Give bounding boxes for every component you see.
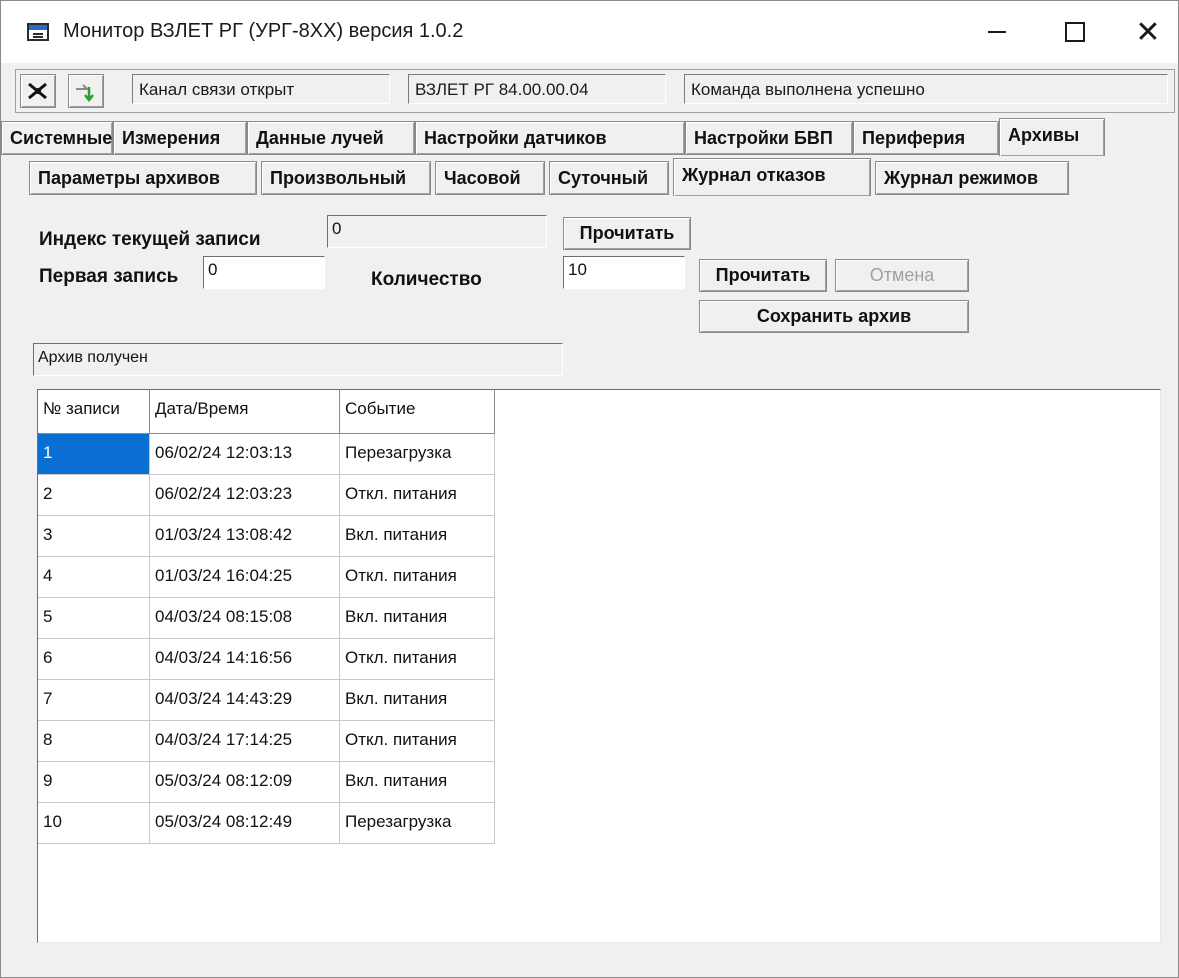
application-window: Монитор ВЗЛЕТ РГ (УРГ-8XX) версия 1.0.2 …	[0, 0, 1179, 978]
table-cell[interactable]: 5	[38, 598, 150, 639]
disconnect-button[interactable]	[20, 74, 56, 108]
table-cell[interactable]: 10	[38, 803, 150, 844]
subtab-fault-log[interactable]: Журнал отказов	[673, 158, 871, 196]
tab-system[interactable]: Системные	[1, 121, 113, 155]
table-cell[interactable]: 4	[38, 557, 150, 598]
subtab-archive-params[interactable]: Параметры архивов	[29, 161, 257, 195]
current-index-label: Индекс текущей записи	[39, 229, 261, 250]
table-cell[interactable]: Вкл. питания	[340, 680, 495, 721]
maximize-icon[interactable]	[1045, 1, 1105, 63]
table-cell[interactable]: Откл. питания	[340, 475, 495, 516]
table-cell[interactable]: Откл. питания	[340, 557, 495, 598]
column-header[interactable]: Событие	[340, 390, 495, 434]
main-tabs: Системные Измерения Данные лучей Настрой…	[1, 118, 1179, 159]
table-cell[interactable]: Перезагрузка	[340, 434, 495, 475]
channel-status-field: Канал связи открыт	[132, 74, 390, 104]
first-record-label: Первая запись	[39, 266, 179, 287]
table-cell[interactable]: 04/03/24 17:14:25	[150, 721, 340, 762]
archive-subtabs: Параметры архивов Произвольный Часовой С…	[29, 158, 1169, 199]
toolbar: Канал связи открыт ВЗЛЕТ РГ 84.00.00.04 …	[15, 69, 1175, 113]
tab-archives[interactable]: Архивы	[999, 118, 1105, 156]
table-cell[interactable]: Откл. питания	[340, 721, 495, 762]
read-archive-button[interactable]: Прочитать	[699, 259, 827, 292]
table-cell[interactable]: 05/03/24 08:12:09	[150, 762, 340, 803]
table-cell[interactable]: 01/03/24 16:04:25	[150, 557, 340, 598]
column-header[interactable]: Дата/Время	[150, 390, 340, 434]
count-label: Количество	[371, 269, 482, 290]
table-cell[interactable]: 01/03/24 13:08:42	[150, 516, 340, 557]
subtab-hourly[interactable]: Часовой	[435, 161, 545, 195]
table-cell[interactable]: 9	[38, 762, 150, 803]
connect-button[interactable]	[68, 74, 104, 108]
device-version-field: ВЗЛЕТ РГ 84.00.00.04	[408, 74, 666, 104]
cancel-button[interactable]: Отмена	[835, 259, 969, 292]
count-input[interactable]: 10	[563, 256, 685, 289]
subtab-daily[interactable]: Суточный	[549, 161, 669, 195]
table-cell[interactable]: 7	[38, 680, 150, 721]
table-cell[interactable]: 2	[38, 475, 150, 516]
current-index-field: 0	[327, 215, 547, 248]
window-title: Монитор ВЗЛЕТ РГ (УРГ-8XX) версия 1.0.2	[63, 20, 464, 42]
tab-bvp-settings[interactable]: Настройки БВП	[685, 121, 853, 155]
table-cell[interactable]: 6	[38, 639, 150, 680]
table-cell[interactable]: 05/03/24 08:12:49	[150, 803, 340, 844]
save-archive-button[interactable]: Сохранить архив	[699, 300, 969, 333]
close-icon[interactable]: ✕	[1118, 1, 1178, 63]
table-cell[interactable]: Вкл. питания	[340, 598, 495, 639]
tab-beam-data[interactable]: Данные лучей	[247, 121, 415, 155]
tab-sensor-settings[interactable]: Настройки датчиков	[415, 121, 685, 155]
subtab-mode-log[interactable]: Журнал режимов	[875, 161, 1069, 195]
table-cell[interactable]: 1	[38, 434, 150, 475]
status-message-field: Архив получен	[33, 343, 563, 376]
read-index-button[interactable]: Прочитать	[563, 217, 691, 250]
command-status-field: Команда выполнена успешно	[684, 74, 1168, 104]
subtab-arbitrary[interactable]: Произвольный	[261, 161, 431, 195]
archive-table[interactable]: № записи Дата/Время Событие 1 06/02/24 1…	[37, 389, 1161, 943]
table-cell[interactable]: 3	[38, 516, 150, 557]
table-cell[interactable]: 06/02/24 12:03:23	[150, 475, 340, 516]
table-cell[interactable]: Перезагрузка	[340, 803, 495, 844]
table-cell[interactable]: 04/03/24 14:16:56	[150, 639, 340, 680]
table-cell[interactable]: 04/03/24 08:15:08	[150, 598, 340, 639]
tab-measurements[interactable]: Измерения	[113, 121, 247, 155]
plug-icon	[28, 82, 47, 100]
table-cell[interactable]: Откл. питания	[340, 639, 495, 680]
table-cell[interactable]: Вкл. питания	[340, 516, 495, 557]
tab-periphery[interactable]: Периферия	[853, 121, 999, 155]
column-header[interactable]: № записи	[38, 390, 150, 434]
connect-arrow-icon	[76, 84, 94, 103]
table-cell[interactable]: 06/02/24 12:03:13	[150, 434, 340, 475]
app-window-icon[interactable]	[27, 23, 49, 41]
title-bar[interactable]: Монитор ВЗЛЕТ РГ (УРГ-8XX) версия 1.0.2 …	[1, 1, 1178, 63]
table-cell[interactable]: 8	[38, 721, 150, 762]
table-cell[interactable]: Вкл. питания	[340, 762, 495, 803]
minimize-icon[interactable]	[967, 1, 1027, 63]
table-cell[interactable]: 04/03/24 14:43:29	[150, 680, 340, 721]
first-record-input[interactable]: 0	[203, 256, 325, 289]
